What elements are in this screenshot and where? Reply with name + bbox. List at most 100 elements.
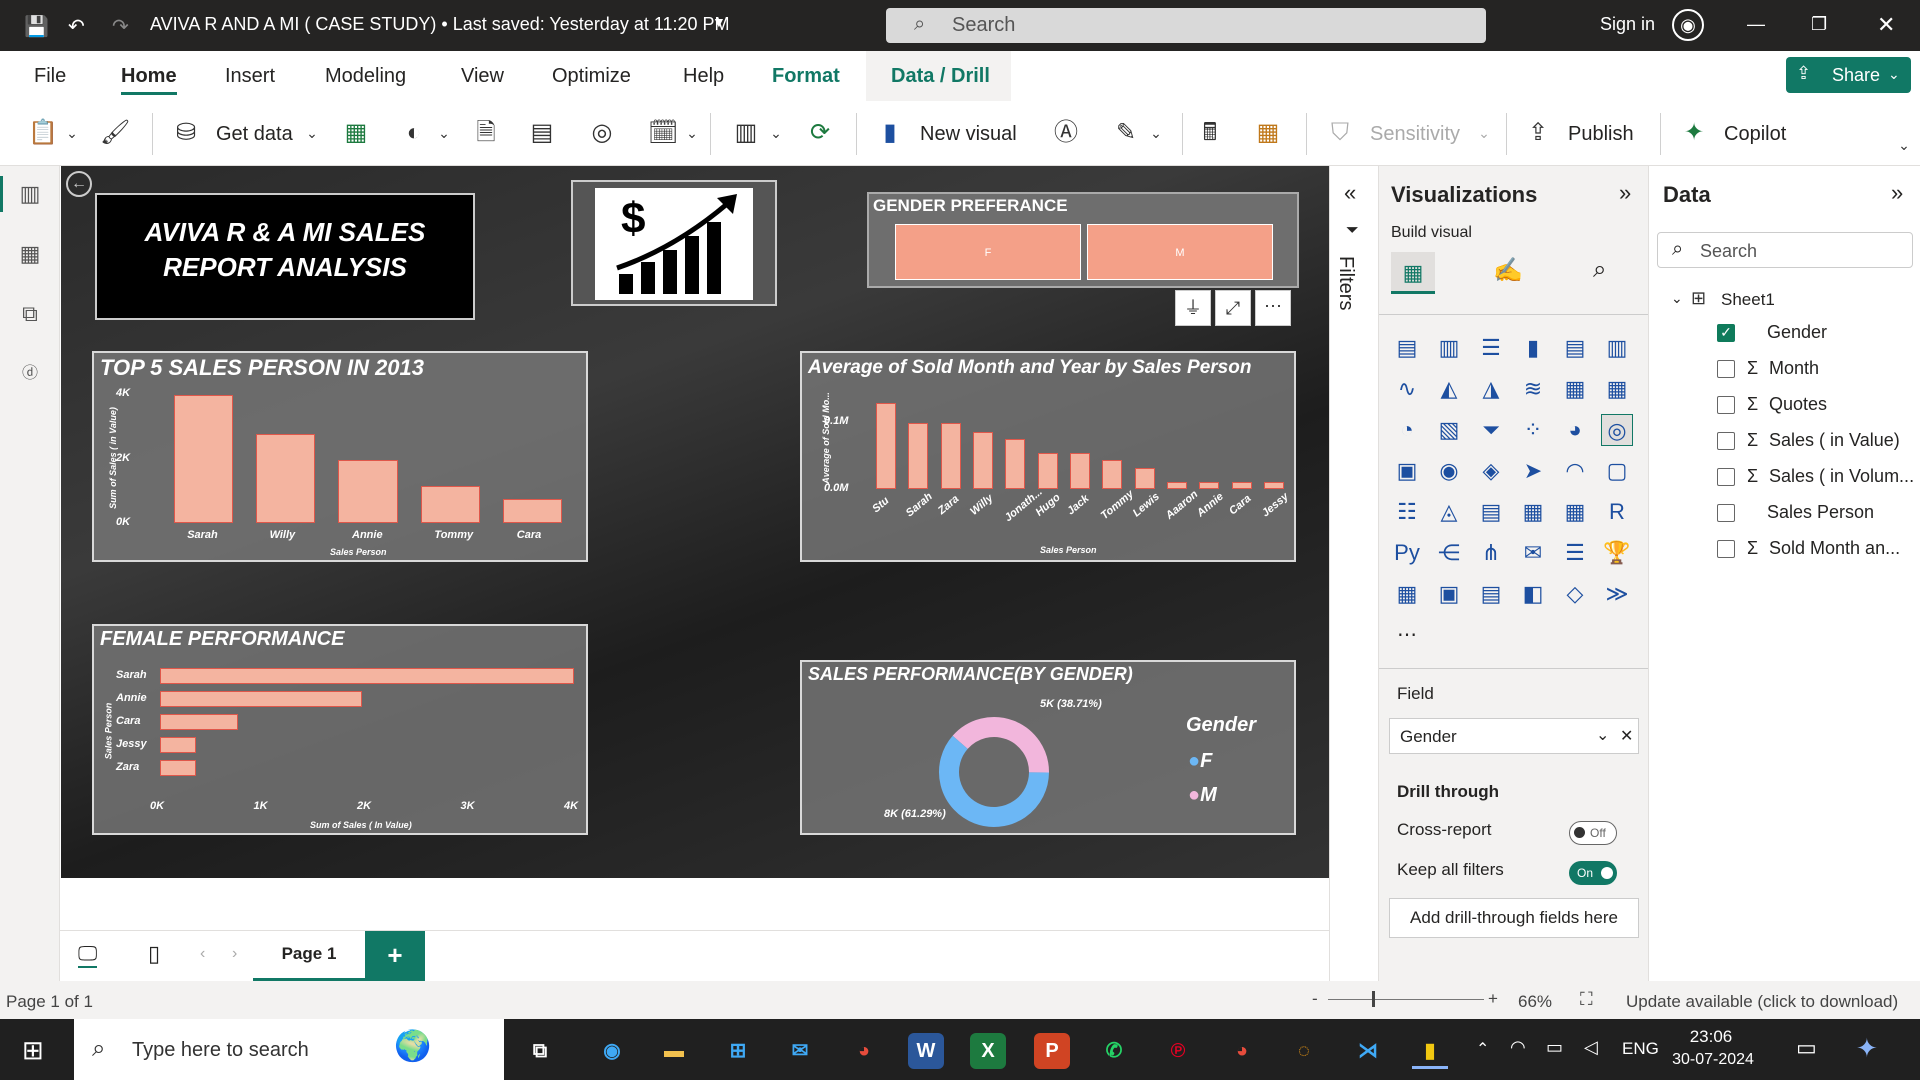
battery-icon[interactable]: ▭ (1546, 1037, 1563, 1058)
multirow-card-icon[interactable]: ☷ (1391, 496, 1423, 528)
stacked-bar-icon[interactable]: ▤ (1391, 332, 1423, 364)
refresh-schedule-icon[interactable]: 🗓 (648, 119, 678, 147)
kpi-icon[interactable]: ◬ (1433, 496, 1465, 528)
recent-sources-icon[interactable]: ◎ (588, 119, 616, 147)
dax-query-view-icon[interactable]: ⓓ (14, 358, 46, 390)
slicer-icon[interactable]: ▤ (1475, 496, 1507, 528)
menu-format[interactable]: Format (772, 65, 840, 88)
show-hidden-icons[interactable]: ⌃ (1476, 1039, 1489, 1059)
menu-optimize[interactable]: Optimize (552, 65, 631, 88)
map-icon[interactable]: ◉ (1433, 455, 1465, 487)
field-checkbox[interactable]: ✓ (1717, 324, 1735, 342)
paste-icon[interactable]: 📋 (28, 119, 58, 147)
bar[interactable] (160, 714, 238, 730)
bar[interactable] (1069, 453, 1090, 489)
redo-icon[interactable]: ↷ (112, 14, 129, 39)
donut-icon[interactable]: ◎ (1601, 414, 1633, 446)
refresh-icon[interactable]: ⟳ (806, 119, 834, 147)
undo-icon[interactable]: ↶ (68, 14, 85, 39)
gender-donut-chart[interactable]: SALES PERFORMANCE(BY GENDER) 5K (38.71%)… (800, 660, 1296, 835)
new-visual-icon[interactable]: ▮ (876, 119, 904, 147)
slicer-option-f[interactable]: F (895, 224, 1081, 280)
volume-icon[interactable]: ◁ (1584, 1037, 1598, 1058)
matrix-icon[interactable]: ▦ (1559, 496, 1591, 528)
bar[interactable] (160, 668, 574, 684)
bar[interactable] (338, 459, 398, 523)
chevron-down-icon[interactable]: ⌄ (762, 119, 790, 147)
transform-data-icon[interactable]: ▥ (732, 119, 760, 147)
jupyter-icon[interactable]: ◌ (1286, 1033, 1322, 1069)
cross-report-toggle[interactable]: Off (1569, 821, 1617, 845)
bar[interactable] (1134, 467, 1155, 489)
menu-file[interactable]: File (34, 65, 66, 88)
goals-icon[interactable]: 🏆 (1601, 537, 1633, 569)
decomposition-tree-icon[interactable]: ⋔ (1475, 537, 1507, 569)
line-chart-icon[interactable]: ∿ (1391, 373, 1423, 405)
keep-filters-toggle[interactable]: On (1569, 861, 1617, 885)
zoom-slider[interactable] (1328, 999, 1484, 1000)
field-item[interactable]: Sold Month an... (1769, 538, 1900, 559)
zoom-out-icon[interactable]: - (1312, 989, 1318, 1009)
fit-to-page-icon[interactable]: ⛶ (1580, 989, 1593, 1010)
bar[interactable] (420, 485, 481, 523)
funnel-chart-icon[interactable]: ⏷ (1475, 414, 1507, 446)
bar[interactable] (1199, 481, 1220, 489)
pie-icon[interactable]: ◕ (1559, 414, 1591, 446)
minimize-icon[interactable]: — (1747, 14, 1765, 35)
menu-modeling[interactable]: Modeling (325, 65, 406, 88)
windows-start-icon[interactable]: ⊞ (22, 1035, 44, 1066)
get-data-icon[interactable]: ⛁ (172, 119, 200, 147)
stacked-area-icon[interactable]: ◮ (1475, 373, 1507, 405)
waterfall-icon[interactable]: ◔ (1391, 414, 1423, 446)
chevron-down-icon[interactable]: ⌄ (678, 119, 706, 147)
more-vis-icon[interactable]: ≫ (1601, 578, 1633, 610)
powerbi-icon[interactable]: ▮ (1412, 1033, 1448, 1069)
bar[interactable] (1037, 453, 1058, 489)
bar[interactable] (908, 423, 929, 489)
prev-page-icon[interactable]: ‹ (200, 945, 205, 963)
filter-icon[interactable]: ⏚ (1175, 290, 1211, 326)
female-performance-chart[interactable]: FEMALE PERFORMANCE Sales Person Sum of S… (92, 624, 588, 835)
treemap-icon[interactable]: ▣ (1391, 455, 1423, 487)
clustered-column-icon[interactable]: ▮ (1517, 332, 1549, 364)
vscode-icon[interactable]: ⋊ (1350, 1033, 1386, 1069)
field-item[interactable]: Month (1769, 358, 1819, 379)
file-explorer-icon[interactable]: ▬ (656, 1033, 692, 1069)
field-checkbox[interactable] (1717, 360, 1735, 378)
share-button[interactable]: ⇪ Share ⌄ (1786, 57, 1911, 93)
bar[interactable] (1102, 460, 1123, 489)
chevron-down-icon[interactable]: ⌄ (1596, 725, 1609, 745)
more-visuals-icon[interactable]: ✎ (1112, 119, 1140, 147)
r-visual-icon[interactable]: R (1601, 496, 1633, 528)
menu-view[interactable]: View (461, 65, 504, 88)
add-drill-through-well[interactable]: Add drill-through fields here (1389, 898, 1639, 938)
mobile-layout-icon[interactable]: ▯ (148, 941, 160, 967)
publish-icon[interactable]: ⇪ (1524, 119, 1552, 147)
bar[interactable] (973, 431, 994, 489)
chevron-down-icon[interactable]: ⌄ (298, 119, 326, 147)
menu-home[interactable]: Home (121, 65, 177, 95)
100-bar-icon[interactable]: ▤ (1559, 332, 1591, 364)
scatter-icon[interactable]: ⁘ (1517, 414, 1549, 446)
powerpoint-icon[interactable]: P (1034, 1033, 1070, 1069)
filters-pane-collapsed[interactable]: « ⏷ Filters (1329, 166, 1378, 981)
search-box[interactable]: ⌕ Search (886, 8, 1486, 43)
paginated-report-icon[interactable]: ▦ (1391, 578, 1423, 610)
field-checkbox[interactable] (1717, 468, 1735, 486)
bar[interactable] (173, 394, 233, 523)
dataverse-icon[interactable]: 🗎 (472, 119, 500, 147)
menu-help[interactable]: Help (683, 65, 724, 88)
table-view-icon[interactable]: ▦ (14, 238, 46, 270)
analytics-tab-icon[interactable]: ⌕ (1593, 256, 1606, 284)
python-visual-icon[interactable]: Py (1391, 537, 1423, 569)
page-tab-1[interactable]: Page 1 (253, 931, 365, 981)
avg-sold-month-chart[interactable]: Average of Sold Month and Year by Sales … (800, 351, 1296, 562)
mail-icon[interactable]: ✉ (782, 1033, 818, 1069)
ribbon-chart-icon[interactable]: ≋ (1517, 373, 1549, 405)
copilot-icon[interactable]: ✦ (1680, 119, 1708, 147)
bar[interactable] (940, 423, 961, 489)
update-available-link[interactable]: Update available (click to download) (1626, 992, 1898, 1012)
excel-icon[interactable]: X (970, 1033, 1006, 1069)
save-icon[interactable]: 💾 (24, 14, 49, 39)
filled-map-icon[interactable]: ◈ (1475, 455, 1507, 487)
